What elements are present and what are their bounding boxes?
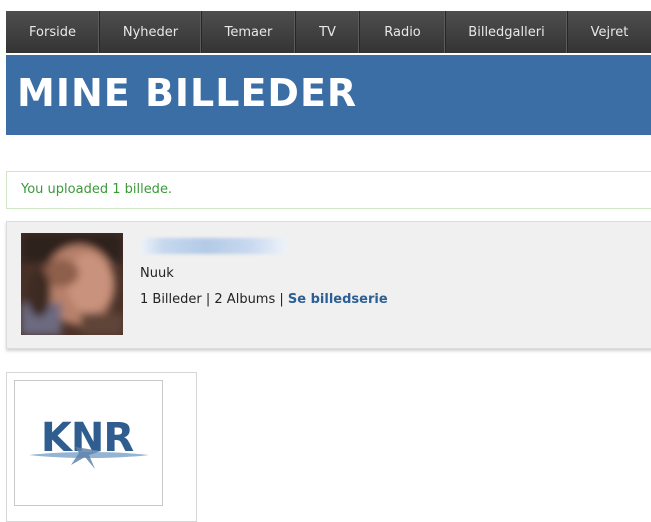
knr-logo: KNR xyxy=(29,415,149,469)
images-count: 1 Billeder xyxy=(140,292,202,307)
nav-item-tv[interactable]: TV xyxy=(296,11,360,53)
user-stats: 1 Billeder | 2 Albums | Se billedserie xyxy=(140,292,388,307)
nav-item-nyheder[interactable]: Nyheder xyxy=(100,11,202,53)
photo-thumbnail[interactable]: KNR xyxy=(14,380,163,506)
profile-card: Nuuk 1 Billeder | 2 Albums | Se billedse… xyxy=(6,221,651,349)
nav-item-radio[interactable]: Radio xyxy=(360,11,446,53)
albums-count: 2 Albums xyxy=(214,292,276,307)
avatar-image xyxy=(21,233,123,335)
upload-success-notice: You uploaded 1 billede. xyxy=(6,171,651,209)
photo-thumbnail-frame: KNR xyxy=(6,372,197,522)
user-name-redacted xyxy=(141,238,287,254)
main-nav: Forside Nyheder Temaer TV Radio Billedga… xyxy=(6,11,651,53)
stats-separator: | xyxy=(275,292,288,307)
avatar[interactable] xyxy=(21,233,123,335)
notice-message: You uploaded 1 billede. xyxy=(21,182,173,197)
page-title: MINE BILLEDER xyxy=(17,71,358,115)
nav-item-vejret[interactable]: Vejret xyxy=(568,11,651,53)
top-margin xyxy=(0,0,651,10)
user-location: Nuuk xyxy=(140,266,174,281)
stats-separator: | xyxy=(201,292,215,307)
nav-item-forside[interactable]: Forside xyxy=(6,11,100,53)
nav-item-billedgalleri[interactable]: Billedgalleri xyxy=(446,11,568,53)
page-header: MINE BILLEDER xyxy=(6,55,651,135)
nav-item-temaer[interactable]: Temaer xyxy=(202,11,296,53)
view-series-link[interactable]: Se billedserie xyxy=(288,292,388,307)
